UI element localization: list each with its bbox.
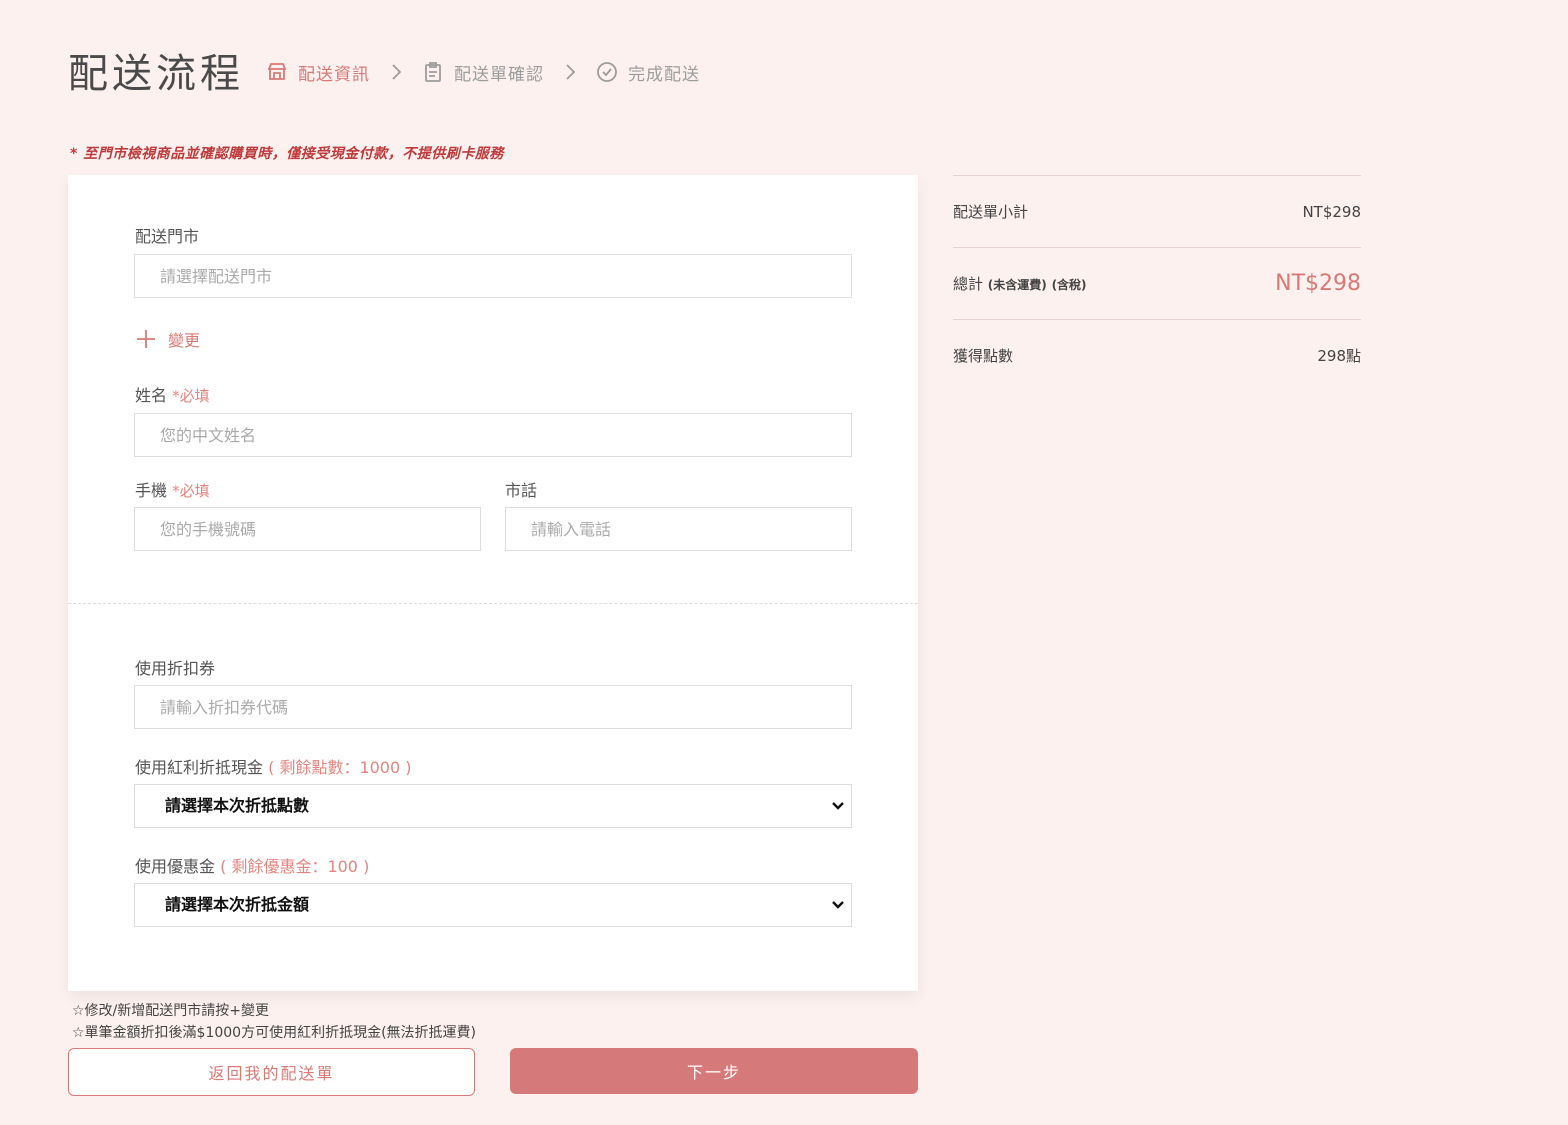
coupon-label: 使用折扣券 — [135, 659, 216, 678]
clipboard-icon — [422, 61, 444, 83]
coupon-input[interactable] — [134, 685, 852, 729]
payment-notice: * 至門市檢視商品並確認購買時，僅接受現金付款，不提供刷卡服務 — [70, 146, 504, 162]
points-earned-label: 獲得點數 — [953, 347, 1014, 365]
step-label: 完成配送 — [628, 64, 700, 85]
delivery-form-card: 配送門市 變更 姓名 *必填 手機 *必填 市話 使用折扣券 使用紅利折 — [68, 175, 918, 991]
subtotal-label: 配送單小計 — [953, 203, 1029, 221]
mobile-label: 手機 *必填 — [135, 477, 210, 501]
total-row: 總計 (未含運費) (含稅) NT$298 — [953, 247, 1361, 319]
required-mark: *必填 — [172, 387, 210, 405]
store-icon — [266, 61, 288, 83]
back-button[interactable]: 返回我的配送單 — [68, 1048, 475, 1096]
credit-select[interactable]: 請選擇本次折抵金額 — [134, 883, 852, 927]
step-label: 配送單確認 — [454, 64, 544, 85]
mobile-label-text: 手機 — [135, 481, 168, 500]
change-label: 變更 — [168, 331, 201, 350]
name-label-text: 姓名 — [135, 386, 168, 405]
points-earned-row: 獲得點數 298點 — [953, 319, 1361, 391]
store-input[interactable] — [134, 254, 852, 298]
chevron-right-icon — [388, 64, 404, 80]
progress-steps: 配送資訊 配送單確認 完成配送 — [266, 60, 700, 85]
check-circle-icon — [596, 61, 618, 83]
points-label: 使用紅利折抵現金 ( 剩餘點數：1000 ) — [135, 754, 412, 778]
step-delivery-info: 配送資訊 — [266, 60, 370, 85]
credit-selected: 請選擇本次折抵金額 — [165, 895, 310, 914]
total-note-shipping: (未含運費) — [987, 278, 1047, 292]
checkout-page: 配送流程 配送資訊 配送單確認 完成配送 * 至門市檢視商品並確認購買時，僅接受… — [0, 0, 1568, 1125]
subtotal-row: 配送單小計 NT$298 — [953, 175, 1361, 247]
store-label: 配送門市 — [135, 227, 200, 246]
step-label: 配送資訊 — [298, 64, 370, 85]
chevron-right-icon — [562, 64, 578, 80]
points-label-text: 使用紅利折抵現金 — [135, 758, 264, 777]
footnote: ☆修改/新增配送門市請按+變更 — [72, 1003, 269, 1019]
required-mark: *必填 — [172, 482, 210, 500]
header: 配送流程 配送資訊 配送單確認 完成配送 — [68, 44, 700, 97]
subtotal-value: NT$298 — [1302, 202, 1361, 221]
next-button[interactable]: 下一步 — [510, 1048, 918, 1094]
total-label-text: 總計 — [953, 275, 984, 293]
points-select[interactable]: 請選擇本次折抵點數 — [134, 784, 852, 828]
chevron-down-icon — [832, 901, 844, 909]
total-value: NT$298 — [1275, 271, 1361, 296]
points-remaining: ( 剩餘點數：1000 ) — [268, 758, 412, 777]
credit-remaining: ( 剩餘優惠金：100 ) — [220, 857, 370, 876]
plus-icon — [136, 329, 156, 349]
credit-label: 使用優惠金 ( 剩餘優惠金：100 ) — [135, 853, 369, 877]
phone-label: 市話 — [505, 481, 538, 500]
footnotes: ☆修改/新增配送門市請按+變更 ☆單筆金額折扣後滿$1000方可使用紅利折抵現金… — [72, 1000, 476, 1044]
footnote: ☆單筆金額折扣後滿$1000方可使用紅利折抵現金(無法折抵運費) — [72, 1025, 477, 1041]
chevron-down-icon — [832, 802, 844, 810]
step-complete: 完成配送 — [596, 60, 700, 85]
points-selected: 請選擇本次折抵點數 — [165, 796, 310, 815]
credit-label-text: 使用優惠金 — [135, 857, 216, 876]
points-earned-value: 298點 — [1317, 347, 1361, 365]
total-label: 總計 (未含運費) (含稅) — [953, 273, 1087, 294]
mobile-input[interactable] — [134, 507, 481, 551]
phone-input[interactable] — [505, 507, 852, 551]
name-label: 姓名 *必填 — [135, 382, 210, 406]
total-note-tax: (含稅) — [1051, 278, 1087, 292]
change-store-button[interactable]: 變更 — [136, 327, 200, 351]
step-confirm-order: 配送單確認 — [422, 60, 544, 85]
section-divider — [68, 603, 918, 604]
page-title: 配送流程 — [68, 51, 244, 97]
order-summary: 配送單小計 NT$298 總計 (未含運費) (含稅) NT$298 獲得點數 … — [953, 175, 1361, 391]
name-input[interactable] — [134, 413, 852, 457]
